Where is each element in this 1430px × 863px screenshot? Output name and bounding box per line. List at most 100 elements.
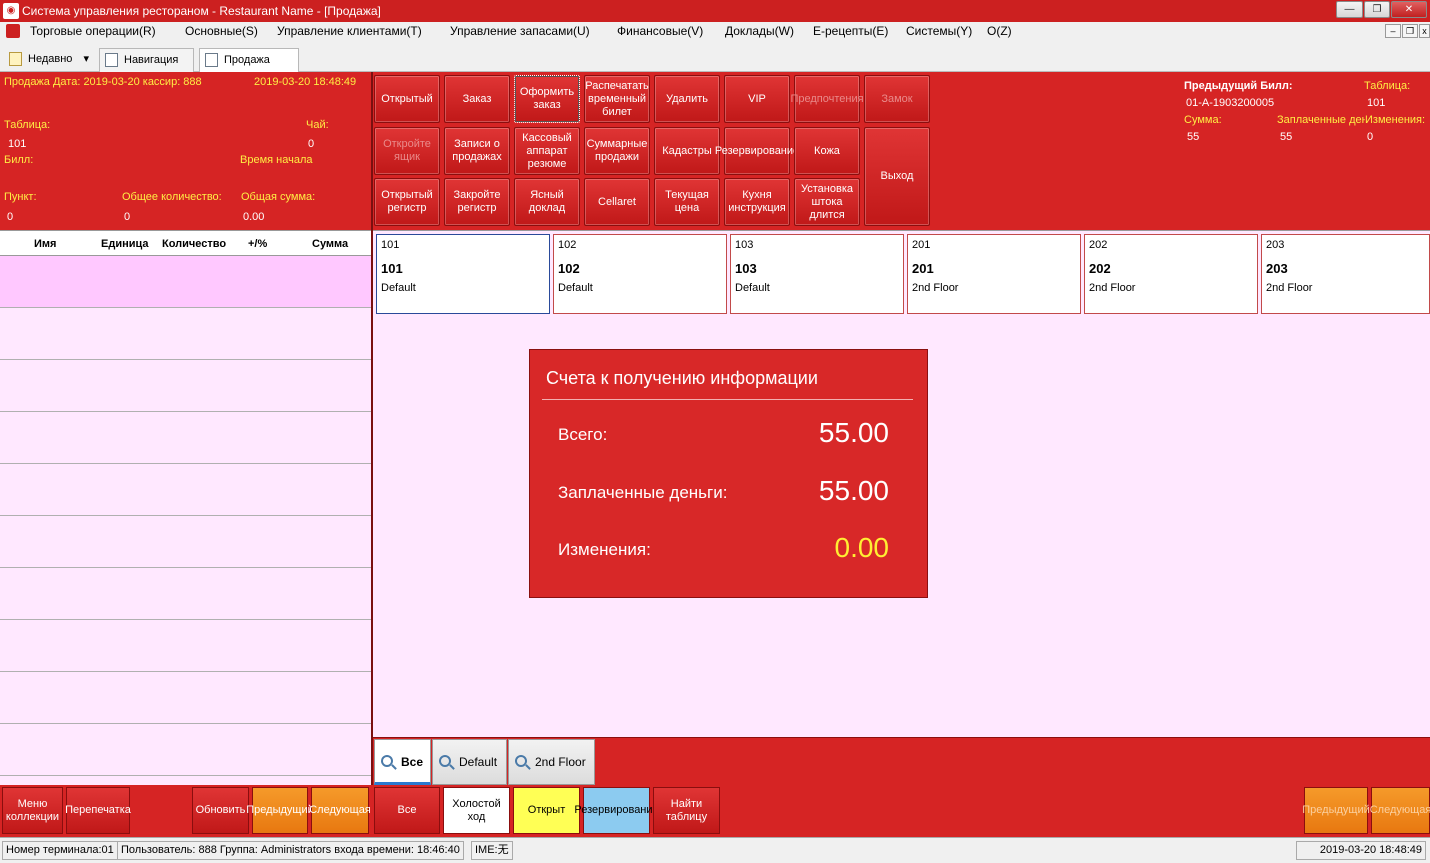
sale-datetime: 2019-03-20 18:48:49 [254, 76, 357, 88]
chevron-down-icon[interactable]: ▾ [83, 53, 89, 65]
table-code: 203 [1266, 239, 1285, 251]
cashier-summary-button[interactable]: Кассовый аппарат резюме [514, 127, 580, 175]
menu-basic[interactable]: Основные(S) [185, 22, 258, 41]
menu-o[interactable]: O(Z) [987, 22, 1012, 41]
skin-button[interactable]: Кожа [794, 127, 860, 175]
clear-report-button[interactable]: Ясный доклад [514, 178, 580, 226]
table-row[interactable] [0, 360, 372, 412]
current-price-button[interactable]: Текущая цена [654, 178, 720, 226]
table-row[interactable] [0, 308, 372, 360]
menu-collection-button[interactable]: Меню коллекции [2, 787, 63, 834]
order-grid[interactable] [0, 256, 372, 787]
open-button[interactable]: Открытый [374, 75, 440, 123]
menu-erecipes[interactable]: Е-рецепты(E) [813, 22, 888, 41]
table-row[interactable] [0, 724, 372, 776]
filter-2nd-floor-label: 2nd Floor [535, 755, 586, 769]
menu-trade[interactable]: Торговые операции(R) [30, 22, 156, 41]
reservation-button[interactable]: Резервирование [715, 127, 799, 175]
status-bar: Номер терминала:01 Пользователь: 888 Гру… [0, 837, 1430, 863]
app-icon: ◉ [3, 3, 19, 19]
table-card-101[interactable]: 101 101 Default [376, 234, 550, 314]
order-grid-header: Имя Единица Количество +/% Сумма [0, 230, 372, 256]
reprint-button[interactable]: Перепечатка [65, 787, 131, 834]
table-card-202[interactable]: 202 202 2nd Floor [1084, 234, 1258, 314]
table-row[interactable] [0, 568, 372, 620]
restore-button[interactable]: ❐ [1364, 1, 1390, 18]
table-card-203[interactable]: 203 203 2nd Floor [1261, 234, 1430, 314]
prev-table-page-button[interactable]: Предыдущий [1302, 787, 1370, 834]
mdi-restore-button[interactable]: ❐ [1402, 24, 1418, 38]
col-name[interactable]: Имя [34, 238, 56, 250]
tab-navigation[interactable]: Навигация [99, 48, 194, 72]
prev-page-button[interactable]: Предыдущий [246, 787, 314, 834]
window-title: Система управления рестораном - Restaura… [22, 4, 381, 18]
next-page-button[interactable]: Следующая [309, 787, 371, 834]
tab-recent[interactable]: Недавно ▾ [4, 48, 96, 72]
stock-setting-button[interactable]: Установка штока длится [794, 178, 860, 226]
place-order-button[interactable]: Оформить заказ [514, 75, 580, 123]
filter-2nd-floor-tab[interactable]: 2nd Floor [508, 739, 595, 785]
filter-default-tab[interactable]: Default [432, 739, 507, 785]
table-row[interactable] [0, 412, 372, 464]
col-sum[interactable]: Сумма [312, 238, 348, 250]
filter-all-tab[interactable]: Все [374, 739, 431, 785]
prev-sum-label: Сумма: [1184, 114, 1222, 126]
start-time-label: Время начала [240, 154, 313, 166]
app-menu-icon[interactable] [6, 24, 20, 38]
terminal-number: Номер терминала:01 [2, 841, 118, 860]
next-table-page-button[interactable]: Следующая [1370, 787, 1430, 834]
minimize-button[interactable]: — [1336, 1, 1363, 18]
kitchen-instruction-button[interactable]: Кухня инструкция [724, 178, 790, 226]
refresh-button[interactable]: Обновить [192, 787, 249, 834]
tab-sale[interactable]: Продажа [199, 48, 299, 72]
find-table-button[interactable]: Найти таблицу [653, 787, 720, 834]
search-icon [515, 755, 527, 767]
cadastre-button[interactable]: Кадастры [654, 127, 720, 175]
table-row[interactable] [0, 672, 372, 724]
table-card-103[interactable]: 103 103 Default [730, 234, 904, 314]
close-register-button[interactable]: Закройте регистр [444, 178, 510, 226]
sales-records-button[interactable]: Записи о продажах [444, 127, 510, 175]
sale-icon [205, 53, 218, 67]
lock-button[interactable]: Замок [864, 75, 930, 123]
table-row[interactable] [0, 516, 372, 568]
col-unit[interactable]: Единица [101, 238, 149, 250]
print-temp-bill-button[interactable]: Распечатать временный билет [584, 75, 650, 123]
col-discount[interactable]: +/% [248, 238, 267, 250]
status-idle-button[interactable]: Холостой ход [443, 787, 510, 834]
menu-systems[interactable]: Системы(Y) [906, 22, 972, 41]
table-name: 101 [381, 261, 403, 276]
table-card-201[interactable]: 201 201 2nd Floor [907, 234, 1081, 314]
col-quantity[interactable]: Количество [162, 238, 226, 250]
status-all-button[interactable]: Все [374, 787, 440, 834]
status-open-button[interactable]: Открыт [513, 787, 580, 834]
menu-inventory[interactable]: Управление запасами(U) [450, 22, 590, 41]
dialog-title: Счета к получению информации [546, 368, 818, 388]
status-reserved-button[interactable]: Резервирование [574, 787, 659, 834]
table-card-102[interactable]: 102 102 Default [553, 234, 727, 314]
table-area: 2nd Floor [1266, 282, 1313, 294]
exit-button[interactable]: Выход [864, 127, 930, 226]
summary-sales-button[interactable]: Суммарные продажи [584, 127, 650, 175]
tab-navigation-label: Навигация [124, 54, 179, 66]
delete-button[interactable]: Удалить [654, 75, 720, 123]
preferences-button[interactable]: Предпочтения [790, 75, 864, 123]
prev-change-value: 0 [1367, 131, 1374, 143]
close-button[interactable]: ✕ [1391, 1, 1427, 18]
menu-customers[interactable]: Управление клиентами(T) [277, 22, 422, 41]
mdi-close-button[interactable]: x [1419, 24, 1430, 38]
cellaret-button[interactable]: Cellaret [584, 178, 650, 226]
table-row[interactable] [0, 620, 372, 672]
point-label: Пункт: [4, 191, 37, 203]
vip-button[interactable]: VIP [724, 75, 790, 123]
menu-reports[interactable]: Доклады(W) [725, 22, 794, 41]
open-register-button[interactable]: Открытый регистр [374, 178, 440, 226]
open-drawer-button[interactable]: Откройте ящик [374, 127, 440, 175]
mdi-minimize-button[interactable]: – [1385, 24, 1401, 38]
order-button[interactable]: Заказ [444, 75, 510, 123]
menu-finance[interactable]: Финансовые(V) [617, 22, 703, 41]
table-row[interactable] [0, 464, 372, 516]
status-datetime: 2019-03-20 18:48:49 [1296, 841, 1426, 860]
table-row[interactable] [0, 256, 372, 308]
table-name: 102 [558, 261, 580, 276]
